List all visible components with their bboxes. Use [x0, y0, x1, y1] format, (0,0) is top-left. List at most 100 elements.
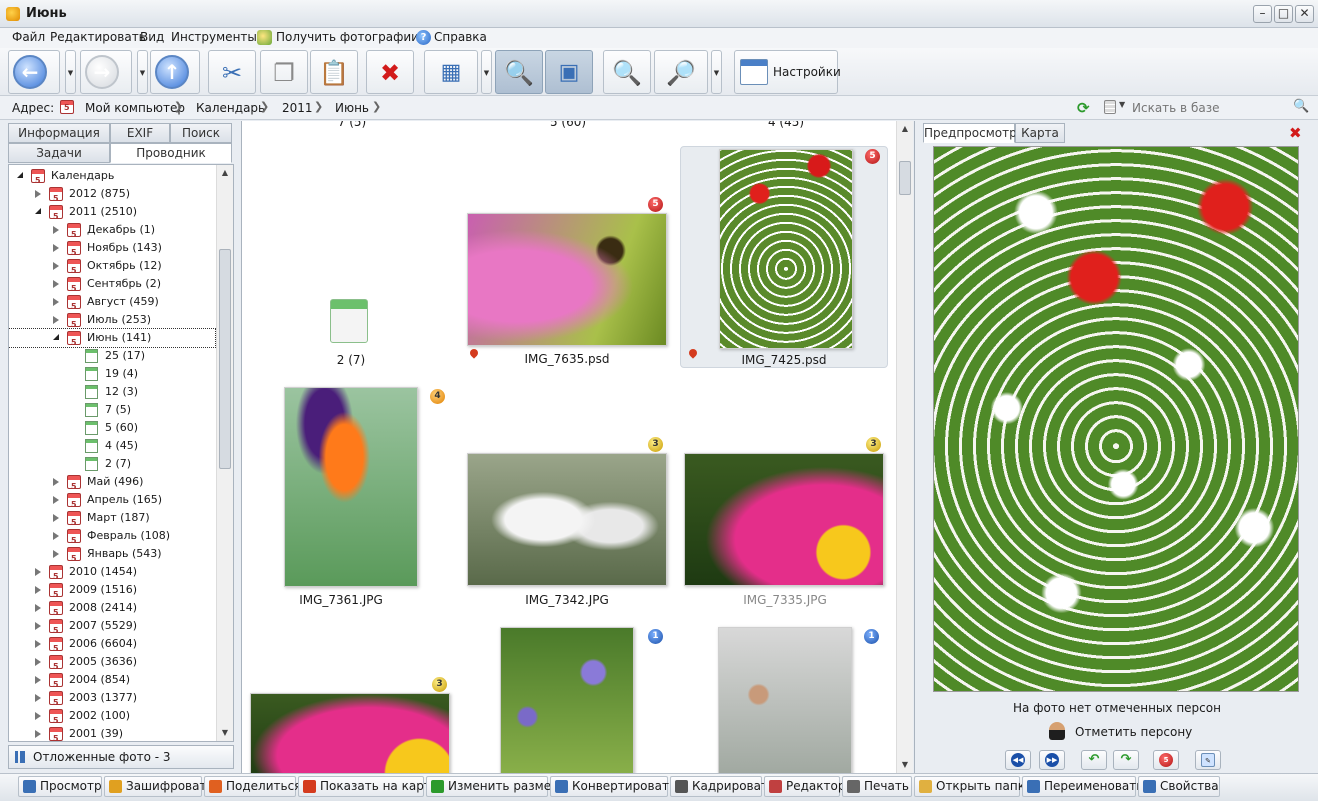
photo-item[interactable]: 3 IMG_7335.JPG: [680, 435, 890, 611]
menu-edit[interactable]: Редактировать: [50, 30, 146, 44]
settings-button[interactable]: Настройки: [734, 50, 841, 94]
collapsed-arrow-icon[interactable]: [35, 694, 41, 702]
next-photo-button[interactable]: ▶▶: [1039, 750, 1065, 770]
database-icon[interactable]: [1104, 100, 1116, 114]
photo-item-selected[interactable]: 5 IMG_7425.psd: [680, 146, 888, 368]
grid-scrollbar[interactable]: ▲ ▼: [896, 121, 913, 773]
tree-node[interactable]: 2 (7): [9, 455, 215, 473]
minimize-button[interactable]: –: [1253, 5, 1272, 23]
panel-toggle-button[interactable]: ▣: [545, 50, 593, 94]
search-input[interactable]: [1132, 100, 1292, 116]
paste-button[interactable]: 📋: [310, 50, 358, 94]
photo-thumbnail[interactable]: [719, 149, 853, 349]
photo-thumbnail[interactable]: [718, 627, 852, 773]
tab-tasks[interactable]: Задачи: [8, 143, 110, 163]
scroll-up-icon[interactable]: ▲: [217, 165, 233, 181]
crumb-year[interactable]: 2011: [282, 101, 313, 115]
crumb-calendar[interactable]: Календарь: [196, 101, 265, 115]
tree-node[interactable]: 2006 (6604): [9, 635, 215, 658]
rotate-left-button[interactable]: ↶: [1081, 750, 1107, 770]
collapsed-arrow-icon[interactable]: [53, 478, 59, 486]
refresh-icon[interactable]: ⟳: [1077, 99, 1090, 117]
view-mode-button[interactable]: ▦: [424, 50, 478, 94]
tree-node[interactable]: 25 (17): [9, 347, 215, 365]
menu-file[interactable]: Файл: [12, 30, 45, 44]
view-button[interactable]: Просмотр: [18, 776, 102, 797]
view-mode-dropdown[interactable]: ▼: [481, 50, 492, 94]
forward-history-dropdown[interactable]: ▼: [137, 50, 148, 94]
tree-node[interactable]: 2008 (2414): [9, 599, 215, 622]
photo-item[interactable]: 1: [714, 627, 884, 773]
properties-button[interactable]: Свойства: [1138, 776, 1220, 797]
tree-node[interactable]: Октябрь (12): [9, 257, 215, 280]
tag-person-link[interactable]: Отметить персону: [1075, 725, 1192, 739]
menu-get-photos[interactable]: Получить фотографии: [276, 30, 419, 44]
show-on-map-button[interactable]: Показать на карте: [298, 776, 438, 797]
zoom-in-button[interactable]: 🔎: [654, 50, 708, 94]
collapsed-arrow-icon[interactable]: [35, 730, 41, 738]
share-button[interactable]: Поделиться: [204, 776, 301, 797]
photo-thumbnail[interactable]: [684, 453, 884, 586]
tree-node[interactable]: 7 (5): [9, 401, 215, 419]
tree-node[interactable]: 2004 (854): [9, 671, 215, 694]
collapsed-arrow-icon[interactable]: [53, 280, 59, 288]
collapsed-arrow-icon[interactable]: [35, 640, 41, 648]
tree-node[interactable]: Январь (543): [9, 545, 215, 568]
collapsed-arrow-icon[interactable]: [35, 676, 41, 684]
tree-node[interactable]: Июнь (141): [9, 328, 216, 352]
tab-search[interactable]: Поиск: [170, 123, 232, 143]
edit-note-button[interactable]: ✎: [1195, 750, 1221, 770]
search-icon[interactable]: 🔍: [1293, 99, 1309, 114]
expanded-arrow-icon[interactable]: [35, 208, 41, 214]
photo-item[interactable]: 1: [496, 627, 666, 773]
folder-caption[interactable]: 4 (45): [746, 121, 826, 129]
back-history-dropdown[interactable]: ▼: [65, 50, 76, 94]
tree-node[interactable]: Апрель (165): [9, 491, 215, 514]
editor-button[interactable]: Редактор: [764, 776, 845, 797]
tree-node[interactable]: Календарь: [9, 167, 215, 190]
photo-thumbnail[interactable]: [250, 693, 450, 773]
tree-node[interactable]: Ноябрь (143): [9, 239, 215, 262]
photo-thumbnail[interactable]: [500, 627, 634, 773]
rename-button[interactable]: Переименовать: [1022, 776, 1143, 797]
scroll-down-icon[interactable]: ▼: [897, 757, 913, 773]
collapsed-arrow-icon[interactable]: [35, 568, 41, 576]
crumb-my-computer[interactable]: Мой компьютер: [85, 101, 185, 115]
zoom-dropdown[interactable]: ▼: [711, 50, 722, 94]
tab-exif[interactable]: EXIF: [110, 123, 170, 143]
close-panel-icon[interactable]: ✖: [1289, 124, 1302, 142]
chevron-right-icon[interactable]: ❯: [372, 100, 381, 113]
collapsed-arrow-icon[interactable]: [53, 550, 59, 558]
tree-node[interactable]: Сентябрь (2): [9, 275, 215, 298]
photo-item[interactable]: 4 IMG_7361.JPG: [278, 383, 448, 613]
tree-node[interactable]: 5 (60): [9, 419, 215, 437]
collapsed-arrow-icon[interactable]: [53, 226, 59, 234]
menu-tools[interactable]: Инструменты: [171, 30, 257, 44]
photo-item[interactable]: 3: [246, 677, 456, 773]
collapsed-arrow-icon[interactable]: [35, 190, 41, 198]
photo-preview[interactable]: [933, 146, 1299, 692]
folder-caption[interactable]: 7 (5): [312, 121, 392, 129]
tree-node[interactable]: 4 (45): [9, 437, 215, 455]
collapsed-arrow-icon[interactable]: [53, 514, 59, 522]
tree-node[interactable]: 2001 (39): [9, 725, 215, 741]
tree-node[interactable]: Май (496): [9, 473, 215, 496]
tab-map[interactable]: Карта: [1015, 123, 1065, 143]
first-photo-button[interactable]: ◀◀: [1005, 750, 1031, 770]
delete-button[interactable]: ✖: [366, 50, 414, 94]
menu-help[interactable]: Справка: [434, 30, 487, 44]
photo-thumbnail[interactable]: [284, 387, 418, 587]
tree-node[interactable]: 2009 (1516): [9, 581, 215, 604]
tab-preview[interactable]: Предпросмотр: [923, 123, 1017, 143]
tree-node[interactable]: Февраль (108): [9, 527, 215, 550]
thumbnail-grid[interactable]: 7 (5) 5 (60) 4 (45) 2 (7) 5 IMG_7635.psd…: [241, 121, 913, 773]
tree-node[interactable]: 19 (4): [9, 365, 215, 383]
tree-node[interactable]: 2010 (1454): [9, 563, 215, 586]
convert-button[interactable]: Конвертировать: [550, 776, 676, 797]
tab-explorer[interactable]: Проводник: [110, 143, 232, 163]
crop-button[interactable]: Кадрировать: [670, 776, 775, 797]
chevron-down-icon[interactable]: ▼: [1119, 100, 1125, 109]
collapsed-arrow-icon[interactable]: [35, 586, 41, 594]
folder-tree[interactable]: ▲ ▼ Календарь 2012 (875) 2011 (2510) Декабр…: [8, 164, 234, 742]
tree-node[interactable]: 2003 (1377): [9, 689, 215, 712]
